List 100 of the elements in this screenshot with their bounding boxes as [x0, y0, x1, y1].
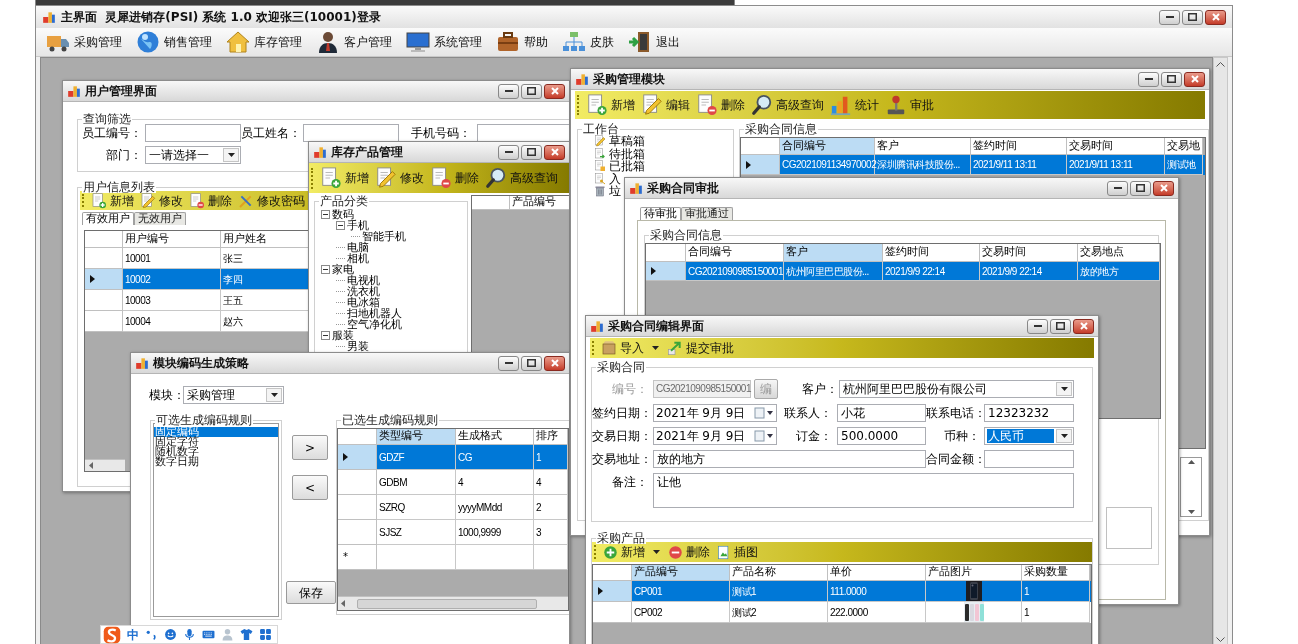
maximize-button[interactable] [521, 355, 542, 371]
toolbar-button[interactable]: 插图 [713, 544, 761, 560]
minimize-button[interactable] [1138, 71, 1159, 87]
minimize-button[interactable] [1159, 9, 1180, 25]
menu-item[interactable]: 销售管理 [136, 30, 212, 54]
tab[interactable]: 无效用户 [134, 212, 186, 225]
tree-item[interactable]: 已批箱 [609, 160, 645, 173]
input-field[interactable] [145, 124, 241, 142]
maximize-button[interactable] [521, 83, 542, 99]
close-button[interactable] [544, 83, 565, 99]
input-field[interactable] [477, 124, 569, 142]
toolbar-button[interactable]: 新增 [88, 192, 137, 209]
input-field[interactable]: 12323232 [984, 404, 1074, 422]
scrollbar[interactable] [1213, 57, 1228, 644]
tab[interactable]: 有效用户 [82, 212, 134, 225]
tree-item[interactable]: 电冰箱 [347, 297, 380, 308]
toolbar-button[interactable]: 高级查询 [748, 94, 827, 116]
menu-item[interactable]: 客户管理 [316, 30, 392, 54]
tree-item[interactable]: 电脑 [347, 242, 369, 253]
tree-item[interactable]: 垃 [609, 185, 621, 198]
close-button[interactable] [544, 355, 565, 371]
tree-item[interactable]: 服装 [332, 330, 354, 341]
tree-item[interactable]: 手机 [347, 220, 369, 231]
dropdown[interactable]: 一请选择一 [145, 146, 241, 164]
tree-item[interactable]: 扫地机器人 [347, 308, 402, 319]
maximize-button[interactable] [1050, 318, 1071, 334]
menu-item[interactable]: 库存管理 [226, 30, 302, 54]
toolbar-button[interactable]: 高级查询 [482, 167, 561, 189]
tree-item[interactable]: 智能手机 [362, 231, 406, 242]
toolbar-button[interactable]: 删除 [665, 544, 713, 560]
maximize-button[interactable] [1182, 9, 1203, 25]
scroll-down-icon[interactable] [1187, 510, 1195, 514]
tab[interactable]: 审批通过 [681, 207, 733, 220]
scroll-thumb[interactable] [357, 598, 537, 609]
toolbar-button[interactable]: 新增 [583, 94, 638, 116]
toolbar-button[interactable]: 修改 [137, 192, 186, 209]
toolbar-button[interactable]: 编辑 [638, 94, 693, 116]
close-button[interactable] [544, 144, 565, 160]
dropdown[interactable]: 采购管理 [183, 386, 284, 404]
list-item[interactable]: 数字日期 [154, 457, 278, 467]
scroll-left-icon[interactable] [89, 462, 93, 469]
input-field[interactable]: 500.0000 [837, 427, 926, 445]
scrollbar[interactable] [1180, 457, 1202, 517]
toolbar-button[interactable]: 修改密码 [235, 192, 308, 209]
toolbar-button[interactable]: 审批 [882, 94, 937, 116]
tree-item[interactable]: 空气净化机 [347, 319, 402, 330]
list-item[interactable]: 固定字符 [154, 437, 278, 447]
tree-expander-icon[interactable] [321, 265, 330, 274]
tree-item[interactable]: 男装 [347, 341, 369, 352]
minimize-button[interactable] [498, 144, 519, 160]
tree-item[interactable]: 入 [609, 172, 621, 185]
date-picker[interactable]: 2021年 9月 9日 [653, 404, 777, 422]
close-button[interactable] [1153, 180, 1174, 196]
input-field[interactable] [984, 450, 1074, 468]
minimize-button[interactable] [1107, 180, 1128, 196]
toolbar-button[interactable]: 新增 [317, 167, 372, 189]
toolbar-button[interactable]: 修改 [372, 167, 427, 189]
scroll-down-icon[interactable] [1216, 637, 1225, 642]
minimize-button[interactable] [498, 355, 519, 371]
dropdown[interactable]: 人民币 [984, 427, 1074, 445]
text-area[interactable]: 让他 [653, 473, 1074, 508]
toolbar-button[interactable]: 导入 [598, 340, 647, 356]
scroll-up-icon[interactable] [1187, 460, 1195, 464]
move-right-button[interactable]: > [292, 435, 328, 460]
maximize-button[interactable] [1130, 180, 1151, 196]
minimize-button[interactable] [498, 83, 519, 99]
dropdown[interactable]: 杭州阿里巴巴股份有限公司 [839, 380, 1074, 398]
scrollbar[interactable] [85, 459, 125, 471]
tree-item[interactable]: 待批箱 [609, 147, 645, 160]
toolbar-button[interactable]: 新增 [600, 544, 648, 560]
menu-item[interactable]: 皮肤 [562, 30, 614, 54]
menu-item[interactable]: 帮助 [496, 30, 548, 54]
toolbar-button[interactable]: 提交审批 [664, 340, 737, 356]
toolbar-button[interactable]: 删除 [427, 167, 482, 189]
close-button[interactable] [1073, 318, 1094, 334]
minimize-button[interactable] [1027, 318, 1048, 334]
list-item[interactable]: 随机数字 [154, 447, 278, 457]
input-field[interactable]: 放的地方 [653, 450, 926, 468]
tree-expander-icon[interactable] [321, 210, 330, 219]
toolbar-button[interactable]: 统计 [827, 94, 882, 116]
tree-item[interactable]: 相机 [347, 253, 369, 264]
date-picker[interactable]: 2021年 9月 9日 [653, 427, 777, 445]
menu-item[interactable]: 退出 [628, 30, 680, 54]
toolbar-button[interactable]: 删除 [693, 94, 748, 116]
input-field[interactable]: 小花 [837, 404, 926, 422]
tree-item[interactable]: 洗衣机 [347, 286, 380, 297]
menu-item[interactable]: 采购管理 [46, 30, 122, 54]
tree-item[interactable]: 家电 [332, 264, 354, 275]
scroll-up-icon[interactable] [1216, 62, 1225, 67]
tree-expander-icon[interactable] [321, 331, 330, 340]
toolbar-button[interactable]: 删除 [186, 192, 235, 209]
menu-item[interactable]: 系统管理 [406, 30, 482, 54]
tree-item[interactable]: 草稿箱 [609, 135, 645, 148]
close-button[interactable] [1184, 71, 1205, 87]
tree-item[interactable]: 数码 [332, 209, 354, 220]
tab[interactable]: 待审批 [640, 207, 681, 220]
tree-expander-icon[interactable] [336, 221, 345, 230]
scrollbar[interactable] [338, 596, 568, 610]
input-field[interactable] [303, 124, 399, 142]
maximize-button[interactable] [521, 144, 542, 160]
